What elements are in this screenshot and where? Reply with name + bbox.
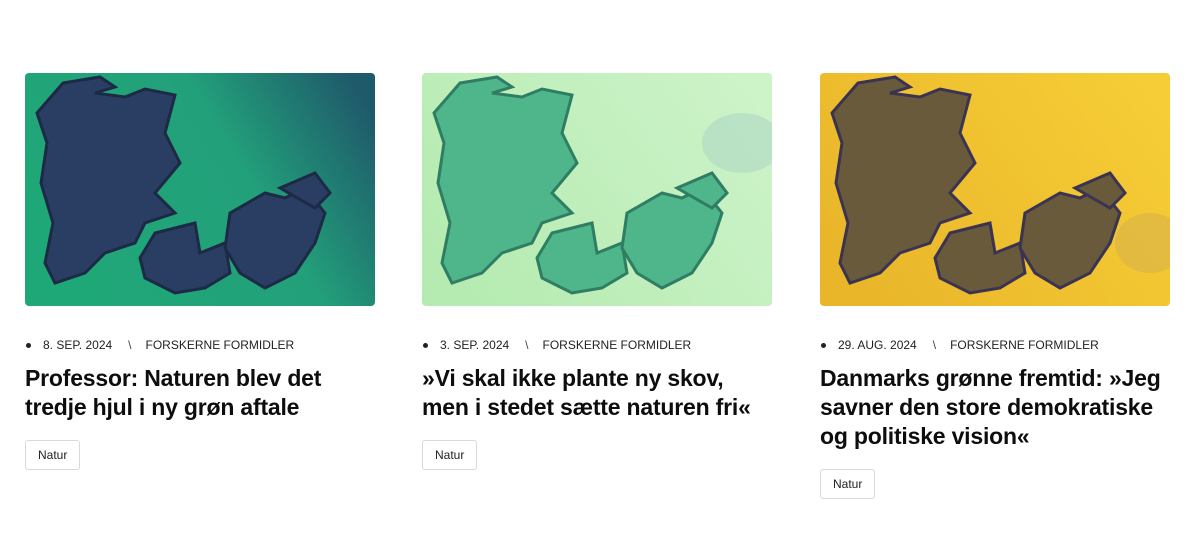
- bullet-icon: [423, 342, 428, 348]
- article-card[interactable]: 3. SEP. 2024 \ FORSKERNE FORMIDLER »Vi s…: [422, 73, 772, 470]
- article-meta: 29. AUG. 2024 \ FORSKERNE FORMIDLER: [820, 335, 1170, 355]
- article-title[interactable]: Danmarks grønne fremtid: »Jeg savner den…: [820, 364, 1170, 451]
- denmark-map-illustration-icon: [820, 73, 1170, 306]
- article-title[interactable]: »Vi skal ikke plante ny skov, men i sted…: [422, 364, 772, 422]
- article-date: 29. AUG. 2024: [838, 338, 917, 352]
- meta-separator: \: [525, 338, 529, 352]
- denmark-map-illustration-icon: [422, 73, 772, 306]
- bullet-icon: [821, 342, 826, 348]
- denmark-map-illustration-icon: [25, 73, 375, 306]
- article-title[interactable]: Professor: Naturen blev det tredje hjul …: [25, 364, 375, 422]
- meta-separator: \: [128, 338, 132, 352]
- tag-natur[interactable]: Natur: [25, 440, 81, 470]
- article-image[interactable]: [422, 73, 772, 306]
- article-image[interactable]: [820, 73, 1170, 306]
- meta-separator: \: [932, 338, 937, 352]
- article-meta: 8. SEP. 2024 \ FORSKERNE FORMIDLER: [25, 335, 375, 355]
- tag-natur[interactable]: Natur: [422, 440, 478, 470]
- bullet-icon: [26, 342, 31, 348]
- article-date: 8. SEP. 2024: [43, 338, 113, 352]
- article-card[interactable]: 29. AUG. 2024 \ FORSKERNE FORMIDLER Danm…: [820, 73, 1170, 499]
- article-date: 3. SEP. 2024: [440, 338, 510, 352]
- article-category[interactable]: FORSKERNE FORMIDLER: [950, 338, 1099, 352]
- article-card[interactable]: 8. SEP. 2024 \ FORSKERNE FORMIDLER Profe…: [25, 73, 375, 470]
- article-category[interactable]: FORSKERNE FORMIDLER: [146, 338, 295, 352]
- article-image[interactable]: [25, 73, 375, 306]
- tag-natur[interactable]: Natur: [820, 469, 876, 499]
- article-meta: 3. SEP. 2024 \ FORSKERNE FORMIDLER: [422, 335, 772, 355]
- article-category[interactable]: FORSKERNE FORMIDLER: [543, 338, 692, 352]
